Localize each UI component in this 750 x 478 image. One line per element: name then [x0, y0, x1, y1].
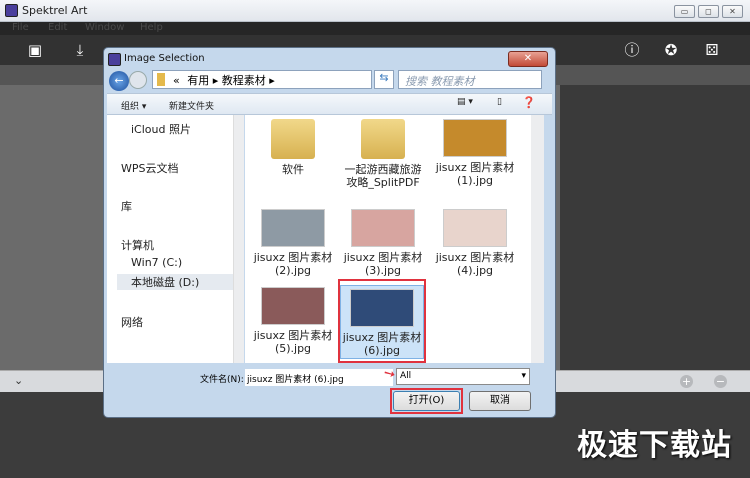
organize-button[interactable]: 组织 ▾ — [121, 99, 146, 112]
menu-edit[interactable]: Edit — [48, 22, 67, 33]
preview-pane-icon[interactable]: ▯ — [497, 97, 502, 107]
settings-icon[interactable]: ✪ — [661, 41, 681, 59]
file-item[interactable]: 一起游西藏旅游攻略_SplitPDF — [343, 119, 423, 189]
open-button[interactable]: 打开(O) — [393, 391, 460, 411]
dialog-close-button[interactable]: ✕ — [508, 51, 548, 67]
folder-icon — [271, 119, 315, 159]
help-icon[interactable]: ❓ — [522, 96, 536, 109]
chevron-down-icon: ▾ — [521, 371, 526, 381]
file-item-selected[interactable]: jisuxz 图片素材 (6).jpg — [338, 279, 426, 363]
file-name: jisuxz 图片素材 (2).jpg — [253, 251, 333, 277]
image-thumbnail — [261, 287, 325, 325]
file-name: jisuxz 图片素材 (5).jpg — [253, 329, 333, 355]
address-bar[interactable]: « 有用 ▸ 教程素材 ▸ — [152, 70, 372, 89]
menu-bar: File Edit Window Help — [0, 22, 750, 35]
breadcrumb-overflow[interactable]: « — [173, 74, 180, 87]
right-panel — [560, 85, 750, 370]
nav-drive-d[interactable]: 本地磁盘 (D:) — [117, 274, 233, 290]
zoom-in-icon[interactable]: + — [680, 375, 693, 388]
forward-button[interactable] — [129, 71, 147, 89]
dialog-toolbar: 组织 ▾ 新建文件夹 ▤ ▾ ▯ ❓ — [107, 93, 552, 115]
chevron-down-icon[interactable]: ⌄ — [14, 374, 23, 387]
cancel-button[interactable]: 取消 — [469, 391, 531, 411]
file-item[interactable]: 软件 — [253, 119, 333, 176]
menu-help[interactable]: Help — [140, 22, 163, 33]
nav-wps[interactable]: WPS云文档 — [121, 160, 179, 176]
file-item[interactable]: jisuxz 图片素材 (5).jpg — [253, 287, 333, 355]
nav-library[interactable]: 库 — [121, 198, 132, 214]
search-input[interactable]: 搜索 教程素材 — [398, 70, 542, 89]
open-highlight: 打开(O) — [390, 388, 463, 414]
maximize-button[interactable]: ◻ — [698, 5, 719, 18]
dialog-title: Image Selection — [124, 53, 205, 64]
nav-computer[interactable]: 计算机 — [121, 237, 154, 253]
app-titlebar: Spektrel Art ▭ ◻ ✕ — [0, 0, 750, 22]
file-item[interactable]: jisuxz 图片素材 (4).jpg — [435, 209, 515, 277]
info-icon[interactable]: ⓘ — [622, 41, 642, 59]
app-title: Spektrel Art — [22, 4, 88, 17]
file-grid: 软件 一起游西藏旅游攻略_SplitPDF jisuxz 图片素材 (1).jp… — [245, 115, 531, 363]
folder-icon — [157, 73, 165, 86]
filename-label: 文件名(N): — [200, 375, 244, 385]
files-scrollbar[interactable] — [531, 115, 544, 363]
navigation-pane: iCloud 照片 WPS云文档 库 计算机 Win7 (C:) 本地磁盘 (D… — [107, 115, 233, 363]
file-item[interactable]: jisuxz 图片素材 (2).jpg — [253, 209, 333, 277]
menu-file[interactable]: File — [12, 22, 29, 33]
file-name: jisuxz 图片素材 (6).jpg — [342, 331, 422, 357]
folder-icon — [361, 119, 405, 159]
file-name: jisuxz 图片素材 (4).jpg — [435, 251, 515, 277]
view-icon[interactable]: ▤ ▾ — [457, 97, 473, 107]
minimize-button[interactable]: ▭ — [674, 5, 695, 18]
watermark: 极速下载站 — [577, 428, 732, 463]
file-item[interactable]: jisuxz 图片素材 (3).jpg — [343, 209, 423, 277]
image-selection-dialog: Image Selection ✕ ← « 有用 ▸ 教程素材 ▸ ⇆ 搜索 教… — [103, 47, 556, 418]
file-name: jisuxz 图片素材 (3).jpg — [343, 251, 423, 277]
back-button[interactable]: ← — [109, 71, 129, 91]
filename-input[interactable]: jisuxz 图片素材 (6).jpg — [245, 369, 393, 386]
new-folder-button[interactable]: 新建文件夹 — [169, 99, 214, 112]
close-button[interactable]: ✕ — [722, 5, 743, 18]
file-item[interactable]: jisuxz 图片素材 (1).jpg — [435, 119, 515, 187]
image-thumbnail — [443, 119, 507, 157]
dice-icon[interactable]: ⚄ — [702, 41, 722, 59]
nav-scrollbar[interactable] — [233, 115, 244, 363]
file-name: 软件 — [282, 163, 304, 176]
image-thumbnail — [443, 209, 507, 247]
menu-window[interactable]: Window — [85, 22, 124, 33]
file-type-select[interactable]: All ▾ — [396, 368, 530, 385]
image-icon[interactable]: ▣ — [25, 41, 45, 59]
nav-icloud[interactable]: iCloud 照片 — [131, 121, 191, 137]
file-type-value: All — [400, 371, 412, 381]
file-name: jisuxz 图片素材 (1).jpg — [435, 161, 515, 187]
file-name: 一起游西藏旅游攻略_SplitPDF — [344, 163, 422, 189]
dialog-icon — [108, 53, 121, 66]
image-thumbnail — [350, 289, 414, 327]
refresh-icon[interactable]: ⇆ — [374, 70, 394, 89]
app-logo-icon — [5, 4, 18, 17]
zoom-out-icon[interactable]: − — [714, 375, 727, 388]
image-thumbnail — [351, 209, 415, 247]
image-thumbnail — [261, 209, 325, 247]
save-icon[interactable]: ⤓ — [70, 41, 90, 59]
breadcrumb-jiaocheng[interactable]: 教程素材 — [222, 74, 266, 87]
nav-drive-c[interactable]: Win7 (C:) — [131, 256, 182, 269]
nav-network[interactable]: 网络 — [121, 314, 143, 330]
breadcrumb-youyong[interactable]: 有用 — [187, 74, 209, 87]
